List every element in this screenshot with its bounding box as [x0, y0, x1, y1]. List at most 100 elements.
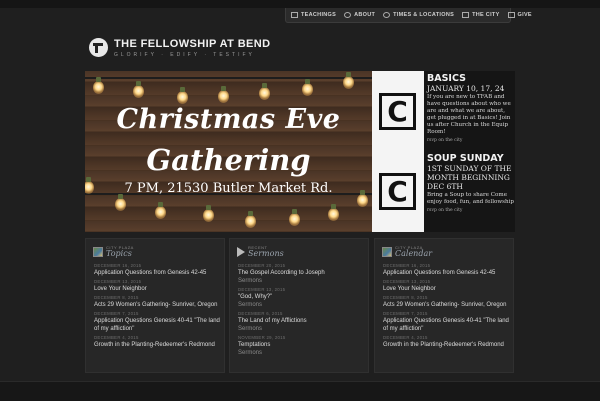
item-title[interactable]: Growth in the Planting-Redeemer's Redmon…: [383, 341, 511, 349]
column-header: CITY PLAZA Topics: [93, 245, 134, 258]
item-category[interactable]: Sermons: [238, 325, 366, 333]
list-item[interactable]: DECEMBER 6, 2015 The Land of my Afflicti…: [238, 311, 366, 333]
globe-icon: [383, 12, 391, 18]
bulb: [289, 209, 300, 226]
site-tagline: GLORIFY · EDIFY · TESTIFY: [114, 52, 255, 58]
item-title[interactable]: "God, Why?": [238, 293, 366, 301]
people-icon: [344, 12, 352, 18]
city-icon: [462, 12, 470, 18]
list-item[interactable]: DECEMBER 16, 2015 Application Questions …: [383, 263, 511, 277]
bulb: [93, 77, 104, 94]
list-item[interactable]: DECEMBER 4, 2015 Growth in the Planting-…: [383, 335, 511, 349]
nav-label: THE CITY: [472, 12, 500, 18]
top-strip: [0, 0, 600, 8]
nav-the-city[interactable]: THE CITY: [462, 12, 499, 18]
bulb: [177, 87, 188, 104]
item-title[interactable]: Application Questions Genesis 40-41 "The…: [383, 317, 511, 333]
event-description: If you are new to TFAB and have question…: [427, 94, 511, 135]
bulb: [203, 205, 214, 222]
list-item[interactable]: NOVEMBER 29, 2015 Temptations Sermons: [238, 335, 366, 357]
list-item[interactable]: DECEMBER 16, 2015 Application Questions …: [94, 263, 222, 277]
nav-label: GIVE: [517, 12, 532, 18]
top-nav: TEACHINGS ABOUT TIMES & LOCATIONS THE CI…: [285, 8, 532, 23]
events-panel: C C BASICS JANUARY 10, 17, 24 If you are…: [372, 71, 515, 232]
rsvp-link[interactable]: rsvp on the city: [427, 138, 515, 143]
hero-title-line1: Christmas Eve: [116, 104, 341, 135]
column-header: RECENT Sermons: [237, 245, 284, 258]
item-title[interactable]: Love Your Neighbor: [94, 285, 222, 293]
item-category[interactable]: Sermons: [238, 301, 366, 309]
column-title: Sermons: [248, 249, 284, 258]
rsvp-link[interactable]: rsvp on the city: [427, 208, 515, 213]
event-title: BASICS: [427, 73, 466, 84]
logo-mark-icon: [89, 38, 108, 57]
bulb: [115, 194, 126, 211]
column-title: Calendar: [395, 249, 433, 258]
teachings-icon: [291, 12, 298, 18]
column-title: Topics: [106, 249, 132, 258]
item-category[interactable]: Sermons: [238, 349, 366, 357]
bulb: [259, 83, 270, 100]
nav-times-locations[interactable]: TIMES & LOCATIONS: [383, 12, 454, 18]
item-title[interactable]: Love Your Neighbor: [383, 285, 511, 293]
calendar-list: DECEMBER 16, 2015 Application Questions …: [383, 263, 511, 351]
site-logo[interactable]: THE FELLOWSHIP AT BEND GLORIFY · EDIFY ·…: [89, 38, 270, 58]
item-title[interactable]: Application Questions from Genesis 42-45: [383, 269, 511, 277]
item-category[interactable]: Sermons: [238, 277, 366, 285]
item-title[interactable]: The Land of my Afflictions: [238, 317, 366, 325]
topics-list: DECEMBER 16, 2015 Application Questions …: [94, 263, 222, 351]
item-title[interactable]: The Gospel According to Joseph: [238, 269, 366, 277]
nav-give[interactable]: GIVE: [507, 12, 532, 18]
event-date: JANUARY 10, 17, 24: [427, 84, 505, 93]
bulb: [302, 79, 313, 96]
footer-strip: [0, 381, 600, 401]
event-title: SOUP SUNDAY: [427, 153, 504, 164]
basics-event: BASICS JANUARY 10, 17, 24 If you are new…: [427, 73, 515, 143]
city-plaza-icon: [93, 246, 103, 257]
list-item[interactable]: DECEMBER 4, 2015 Growth in the Planting-…: [94, 335, 222, 349]
event-description: Bring a Soup to share Come enjoy food, f…: [427, 192, 514, 205]
bulb: [133, 81, 144, 98]
calendar-column: CITY PLAZA Calendar DECEMBER 16, 2015 Ap…: [374, 238, 514, 373]
city-plaza-icon: [382, 246, 392, 257]
topics-column: CITY PLAZA Topics DECEMBER 16, 2015 Appl…: [85, 238, 225, 373]
nav-label: ABOUT: [354, 12, 376, 18]
item-title[interactable]: Growth in the Planting-Redeemer's Redmon…: [94, 341, 222, 349]
give-icon: [507, 12, 515, 18]
the-city-icon[interactable]: C: [379, 93, 416, 130]
bulb: [218, 86, 229, 103]
list-item[interactable]: DECEMBER 7, 2015 Application Questions G…: [383, 311, 511, 333]
item-title[interactable]: Acts 29 Women's Gathering- Sunriver, Ore…: [383, 301, 511, 309]
item-title[interactable]: Temptations: [238, 341, 366, 349]
list-item[interactable]: DECEMBER 7, 2015 Application Questions G…: [94, 311, 222, 333]
hero-subtitle: 7 PM, 21530 Butler Market Rd.: [124, 181, 333, 196]
column-header: CITY PLAZA Calendar: [382, 245, 432, 258]
nav-label: TIMES & LOCATIONS: [393, 12, 455, 18]
nav-about[interactable]: ABOUT: [344, 12, 375, 18]
sermons-list: DECEMBER 20, 2015 The Gospel According t…: [238, 263, 366, 359]
the-city-icon[interactable]: C: [379, 173, 416, 210]
bulb: [245, 211, 256, 228]
bulb: [328, 204, 339, 221]
soup-sunday-event: SOUP SUNDAY 1ST SUNDAY OF THE MONTH BEGI…: [427, 153, 515, 213]
play-icon: [237, 246, 245, 257]
light-string: [85, 77, 372, 79]
list-item[interactable]: DECEMBER 13, 2015 Love Your Neighbor: [383, 279, 511, 293]
nav-label: TEACHINGS: [301, 12, 337, 18]
hero-banner[interactable]: Christmas Eve Gathering 7 PM, 21530 Butl…: [85, 71, 372, 232]
item-title[interactable]: Application Questions Genesis 40-41 "The…: [94, 317, 222, 333]
item-title[interactable]: Acts 29 Women's Gathering- Sunriver, Ore…: [94, 301, 222, 309]
bulb: [155, 202, 166, 219]
list-item[interactable]: DECEMBER 13, 2015 Love Your Neighbor: [94, 279, 222, 293]
event-date: 1ST SUNDAY OF THE MONTH BEGINNING DEC 6T…: [427, 164, 512, 191]
item-title[interactable]: Application Questions from Genesis 42-45: [94, 269, 222, 277]
sermons-column: RECENT Sermons DECEMBER 20, 2015 The Gos…: [229, 238, 369, 373]
hero-title-line2: Gathering: [146, 143, 311, 177]
list-item[interactable]: DECEMBER 8, 2015 Acts 29 Women's Gatheri…: [383, 295, 511, 309]
list-item[interactable]: DECEMBER 13, 2015 "God, Why?" Sermons: [238, 287, 366, 309]
nav-teachings[interactable]: TEACHINGS: [291, 12, 336, 18]
site-title: THE FELLOWSHIP AT BEND: [114, 38, 271, 50]
list-item[interactable]: DECEMBER 8, 2015 Acts 29 Women's Gatheri…: [94, 295, 222, 309]
bulb: [343, 72, 354, 89]
list-item[interactable]: DECEMBER 20, 2015 The Gospel According t…: [238, 263, 366, 285]
